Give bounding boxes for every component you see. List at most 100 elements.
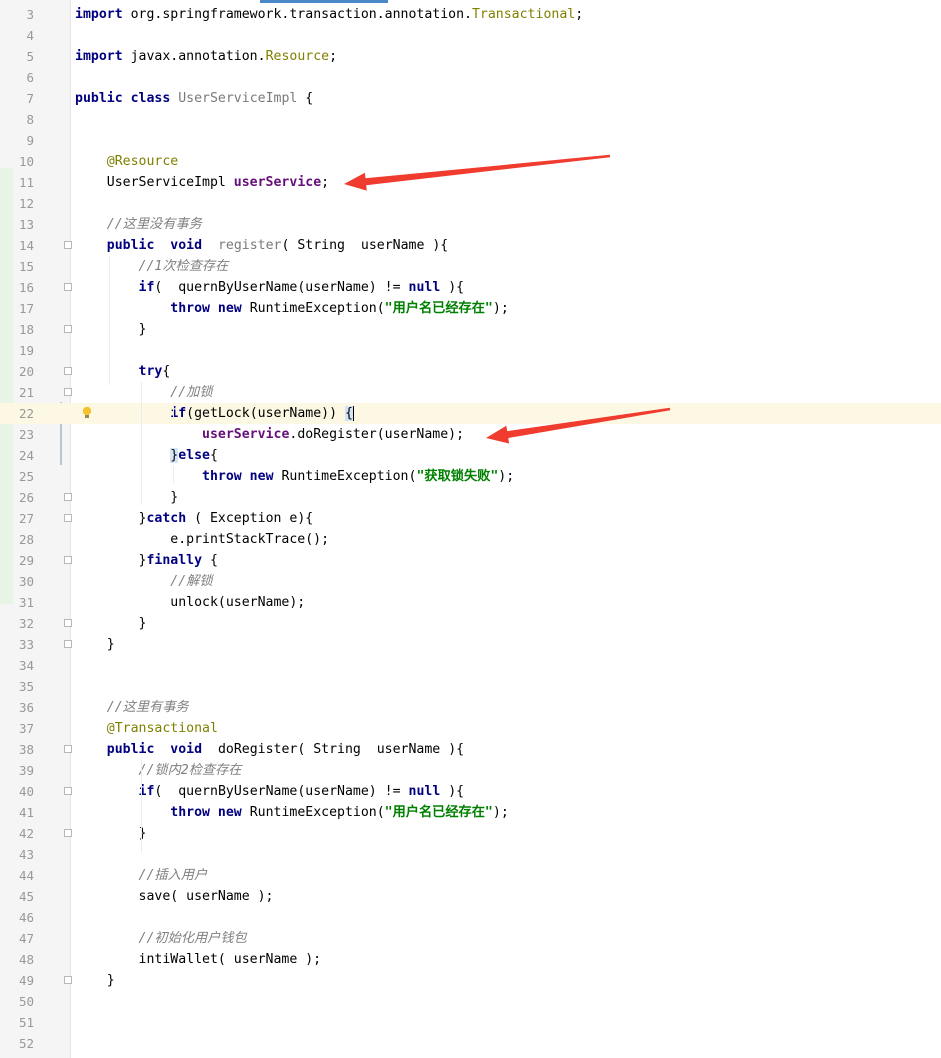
line-number[interactable]: 50	[0, 991, 34, 1012]
code-line[interactable]: 11 UserServiceImpl userService;	[0, 172, 941, 193]
fold-toggle-icon[interactable]	[64, 787, 72, 795]
fold-toggle-icon[interactable]	[64, 976, 72, 984]
line-number[interactable]: 20	[0, 361, 34, 382]
line-number[interactable]: 19	[0, 340, 34, 361]
code-line[interactable]: 36 //这里有事务	[0, 697, 941, 718]
line-number[interactable]: 15	[0, 256, 34, 277]
code-line[interactable]: 20 try{	[0, 361, 941, 382]
line-number[interactable]: 30	[0, 571, 34, 592]
code-line[interactable]: 33 }	[0, 634, 941, 655]
code-line[interactable]: 49 }	[0, 970, 941, 991]
fold-toggle-icon[interactable]	[64, 283, 72, 291]
line-number[interactable]: 24	[0, 445, 34, 466]
line-number[interactable]: 14	[0, 235, 34, 256]
code-line[interactable]: 27 }catch ( Exception e){	[0, 508, 941, 529]
code-line[interactable]: 7 public class UserServiceImpl {	[0, 88, 941, 109]
line-number[interactable]: 12	[0, 193, 34, 214]
code-line[interactable]: 6	[0, 67, 941, 88]
code-line[interactable]: 48 intiWallet( userName );	[0, 949, 941, 970]
code-line[interactable]: 19	[0, 340, 941, 361]
code-line[interactable]: 5 import javax.annotation.Resource;	[0, 46, 941, 67]
line-number[interactable]: 17	[0, 298, 34, 319]
code-line[interactable]: 32 }	[0, 613, 941, 634]
line-number[interactable]: 21	[0, 382, 34, 403]
code-line[interactable]: 13 //这里没有事务	[0, 214, 941, 235]
line-number[interactable]: 23	[0, 424, 34, 445]
line-number[interactable]: 48	[0, 949, 34, 970]
code-line[interactable]: 37 @Transactional	[0, 718, 941, 739]
code-line[interactable]: 12	[0, 193, 941, 214]
line-number[interactable]: 35	[0, 676, 34, 697]
line-number[interactable]: 22	[0, 403, 34, 424]
line-number[interactable]: 27	[0, 508, 34, 529]
fold-toggle-icon[interactable]	[64, 241, 72, 249]
line-number[interactable]: 42	[0, 823, 34, 844]
line-number[interactable]: 6	[0, 67, 34, 88]
line-number[interactable]: 13	[0, 214, 34, 235]
fold-toggle-icon[interactable]	[64, 388, 72, 396]
line-number[interactable]: 37	[0, 718, 34, 739]
line-number[interactable]: 9	[0, 130, 34, 151]
line-number[interactable]: 41	[0, 802, 34, 823]
line-number[interactable]: 25	[0, 466, 34, 487]
line-number[interactable]: 8	[0, 109, 34, 130]
code-line[interactable]: 18 }	[0, 319, 941, 340]
fold-toggle-icon[interactable]	[64, 619, 72, 627]
code-line[interactable]: 52	[0, 1033, 941, 1054]
fold-toggle-icon[interactable]	[64, 745, 72, 753]
line-number[interactable]: 10	[0, 151, 34, 172]
code-line[interactable]: 9	[0, 130, 941, 151]
code-line[interactable]: 35	[0, 676, 941, 697]
line-number[interactable]: 46	[0, 907, 34, 928]
line-number[interactable]: 49	[0, 970, 34, 991]
code-line[interactable]: 38 public void doRegister( String userNa…	[0, 739, 941, 760]
line-number[interactable]: 5	[0, 46, 34, 67]
code-line[interactable]: 8	[0, 109, 941, 130]
line-number[interactable]: 29	[0, 550, 34, 571]
code-line[interactable]: 4	[0, 25, 941, 46]
code-line[interactable]: 44 //插入用户	[0, 865, 941, 886]
line-number[interactable]: 4	[0, 25, 34, 46]
code-editor[interactable]: 3 import org.springframework.transaction.…	[0, 0, 941, 1058]
line-number[interactable]: 51	[0, 1012, 34, 1033]
code-line[interactable]: 30 //解锁	[0, 571, 941, 592]
code-line[interactable]: 51	[0, 1012, 941, 1033]
line-number[interactable]: 39	[0, 760, 34, 781]
code-line[interactable]: 45 save( userName );	[0, 886, 941, 907]
fold-toggle-icon[interactable]	[64, 556, 72, 564]
line-number[interactable]: 38	[0, 739, 34, 760]
code-line[interactable]: 46	[0, 907, 941, 928]
code-line[interactable]: 29 }finally {	[0, 550, 941, 571]
line-number[interactable]: 28	[0, 529, 34, 550]
line-number[interactable]: 32	[0, 613, 34, 634]
line-number[interactable]: 18	[0, 319, 34, 340]
code-line[interactable]: 3 import org.springframework.transaction.…	[0, 4, 941, 25]
line-number[interactable]: 40	[0, 781, 34, 802]
code-line[interactable]: 28 e.printStackTrace();	[0, 529, 941, 550]
line-number[interactable]: 45	[0, 886, 34, 907]
line-number[interactable]: 52	[0, 1033, 34, 1054]
fold-toggle-icon[interactable]	[64, 640, 72, 648]
code-line[interactable]: 15 //1次检查存在	[0, 256, 941, 277]
line-number[interactable]: 31	[0, 592, 34, 613]
fold-toggle-icon[interactable]	[64, 514, 72, 522]
fold-toggle-icon[interactable]	[64, 829, 72, 837]
code-line[interactable]: 17 throw new RuntimeException("用户名已经存在")…	[0, 298, 941, 319]
fold-toggle-icon[interactable]	[64, 367, 72, 375]
code-line[interactable]: 10 @Resource	[0, 151, 941, 172]
line-number[interactable]: 33	[0, 634, 34, 655]
code-line[interactable]: 34	[0, 655, 941, 676]
line-number[interactable]: 47	[0, 928, 34, 949]
line-number[interactable]: 11	[0, 172, 34, 193]
code-line[interactable]: 31 unlock(userName);	[0, 592, 941, 613]
line-number[interactable]: 7	[0, 88, 34, 109]
code-line[interactable]: 47 //初始化用户钱包	[0, 928, 941, 949]
line-number[interactable]: 43	[0, 844, 34, 865]
line-number[interactable]: 36	[0, 697, 34, 718]
line-number[interactable]: 34	[0, 655, 34, 676]
line-number[interactable]: 3	[0, 4, 34, 25]
fold-toggle-icon[interactable]	[64, 325, 72, 333]
code-line[interactable]: 50	[0, 991, 941, 1012]
fold-toggle-icon[interactable]	[64, 493, 72, 501]
code-line[interactable]: 16 if( quernByUserName(userName) != null…	[0, 277, 941, 298]
